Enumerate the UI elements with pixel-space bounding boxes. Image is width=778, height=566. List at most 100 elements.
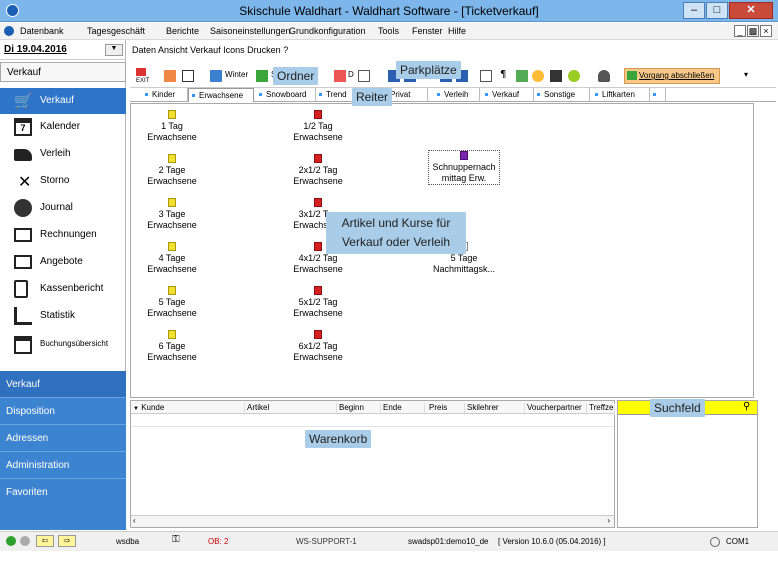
- article-line1: 3 Tage: [158, 209, 186, 219]
- sidebar-item-verleih[interactable]: Verleih: [0, 141, 126, 167]
- screen-icon: [480, 70, 492, 82]
- tab-empty[interactable]: [650, 88, 666, 102]
- article-tile-selected[interactable]: Schnuppernach mittag Erw.: [428, 150, 500, 185]
- tab-kinder[interactable]: Kinder: [142, 88, 188, 102]
- menu-grundkonfiguration[interactable]: Grundkonfiguration: [289, 26, 366, 36]
- article-line1: 6 Tage: [158, 341, 186, 351]
- sidebar-item-verkauf[interactable]: 🛒 Verkauf: [0, 88, 126, 114]
- sidebar-item-angebote[interactable]: Angebote: [0, 249, 126, 275]
- nav-administration[interactable]: Administration: [0, 452, 126, 479]
- menu-datenbank[interactable]: Datenbank: [20, 26, 64, 36]
- tab-erwachsene[interactable]: Erwachsene: [188, 88, 254, 102]
- app-menu-icon[interactable]: [4, 26, 14, 36]
- article-line1: Schnuppernach: [432, 162, 496, 172]
- menu-hilfe[interactable]: Hilfe: [448, 26, 466, 36]
- article-icon: [168, 330, 176, 339]
- article-tile[interactable]: 1/2 Tag Erwachsene: [273, 110, 363, 143]
- horizontal-scrollbar[interactable]: ‹ ›: [131, 515, 614, 527]
- column-header[interactable]: ▼ Kunde: [133, 403, 245, 415]
- status-grey-icon: [20, 536, 30, 546]
- nav-forward-button[interactable]: ⇨: [58, 535, 76, 547]
- article-tile[interactable]: 1 Tag Erwachsene: [127, 110, 217, 143]
- tab-snowboard[interactable]: Snowboard: [256, 88, 316, 102]
- article-line1: 1/2 Tag: [303, 121, 333, 131]
- nav-adressen[interactable]: Adressen: [0, 425, 126, 452]
- menu-icons[interactable]: Icons: [223, 45, 245, 55]
- exit-label: EXIT: [136, 78, 150, 84]
- column-header[interactable]: Treffze: [589, 403, 615, 415]
- sidebar-item-label: Storno: [40, 175, 70, 186]
- column-header[interactable]: Preis: [429, 403, 465, 415]
- article-line2: Erwachsene: [147, 220, 197, 230]
- nav-verkauf[interactable]: Verkauf: [0, 371, 126, 398]
- ski-boot-icon: [14, 149, 32, 161]
- article-tile[interactable]: 2 Tage Erwachsene: [127, 154, 217, 187]
- menu-daten[interactable]: Daten: [132, 45, 156, 55]
- article-line2: Nachmittagsk...: [432, 264, 496, 274]
- mdi-minimize-button[interactable]: _: [734, 25, 746, 37]
- menu-tools[interactable]: Tools: [378, 26, 399, 36]
- tab-verkauf[interactable]: Verkauf: [482, 88, 534, 102]
- tab-liftkarten[interactable]: Liftkarten: [592, 88, 650, 102]
- article-line2: Erwachsene: [293, 352, 343, 362]
- sidebar-item-kassenbericht[interactable]: Kassenbericht: [0, 276, 126, 302]
- menu-tagesgeschaeft[interactable]: Tagesgeschäft: [87, 26, 145, 36]
- column-header[interactable]: Artikel: [247, 403, 337, 415]
- minimize-button[interactable]: –: [683, 2, 705, 19]
- finish-transaction-label: Vorgang abschließen: [639, 71, 715, 80]
- sidebar-item-statistik[interactable]: Statistik: [0, 303, 126, 329]
- column-header[interactable]: Skilehrer: [467, 403, 525, 415]
- sidebar: Di 19.04.2016 ▼ Verkauf 🛒 Verkauf 7 Kale…: [0, 40, 126, 530]
- nav-disposition[interactable]: Disposition: [0, 398, 126, 425]
- article-tile[interactable]: 3 Tage Erwachsene: [127, 198, 217, 231]
- article-tile[interactable]: 5 Tage Erwachsene: [127, 286, 217, 319]
- table-row[interactable]: [131, 415, 614, 427]
- d-button[interactable]: D: [334, 68, 354, 84]
- nav-favoriten[interactable]: Favoriten: [0, 479, 126, 506]
- mdi-restore-button[interactable]: ▩: [747, 25, 759, 37]
- maximize-button[interactable]: □: [706, 2, 728, 19]
- article-tile[interactable]: 2x1/2 Tag Erwachsene: [273, 154, 363, 187]
- search-icon[interactable]: ⚲: [743, 401, 750, 412]
- article-icon: [460, 151, 468, 160]
- menu-fenster[interactable]: Fenster: [412, 26, 443, 36]
- menu-saisoneinstellungen[interactable]: Saisoneinstellungen: [210, 26, 291, 36]
- menu-berichte[interactable]: Berichte: [166, 26, 199, 36]
- menu-verkauf[interactable]: Verkauf: [190, 45, 221, 55]
- mdi-close-button[interactable]: ×: [760, 25, 772, 37]
- menu-drucken[interactable]: Drucken: [247, 45, 281, 55]
- column-header[interactable]: Beginn: [339, 403, 381, 415]
- date-picker-label[interactable]: Di 19.04.2016: [4, 44, 67, 55]
- tab-sonstige[interactable]: Sonstige: [534, 88, 590, 102]
- article-icon: [168, 286, 176, 295]
- article-tile[interactable]: 6 Tage Erwachsene: [127, 330, 217, 363]
- sidebar-item-label: Kassenbericht: [40, 283, 104, 294]
- winter-button[interactable]: Winter: [210, 68, 252, 84]
- sidebar-item-rechnungen[interactable]: Rechnungen: [0, 222, 126, 248]
- article-tile[interactable]: 4 Tage Erwachsene: [127, 242, 217, 275]
- sidebar-item-kalender[interactable]: 7 Kalender: [0, 114, 126, 140]
- sidebar-item-journal[interactable]: Journal: [0, 195, 126, 221]
- scroll-left-icon[interactable]: ‹: [133, 516, 136, 525]
- article-tile[interactable]: 6x1/2 Tag Erwachsene: [273, 330, 363, 363]
- invoice-icon: [14, 228, 32, 242]
- x-icon: ✕: [18, 172, 32, 191]
- menu-help[interactable]: ?: [283, 45, 288, 55]
- tab-verleih[interactable]: Verleih: [434, 88, 480, 102]
- nav-back-button[interactable]: ⇦: [36, 535, 54, 547]
- close-button[interactable]: ✕: [729, 2, 773, 19]
- toolbar-overflow-button[interactable]: ▾: [744, 68, 748, 84]
- date-dropdown-button[interactable]: ▼: [105, 44, 123, 56]
- help-circle-icon: [568, 70, 580, 82]
- sidebar-item-storno[interactable]: ✕ Storno: [0, 168, 126, 194]
- article-line2: Erwachsene: [147, 352, 197, 362]
- sidebar-item-buchungsuebersicht[interactable]: Buchungsübersicht: [0, 332, 126, 358]
- column-header[interactable]: Ende: [383, 403, 425, 415]
- article-tile[interactable]: 5x1/2 Tag Erwachsene: [273, 286, 363, 319]
- finish-transaction-button[interactable]: Vorgang abschließen: [624, 68, 720, 84]
- scroll-right-icon[interactable]: ›: [607, 516, 610, 525]
- article-line2: Erwachsene: [147, 176, 197, 186]
- person-icon: [598, 70, 610, 82]
- column-header[interactable]: Voucherpartner: [527, 403, 587, 415]
- menu-ansicht[interactable]: Ansicht: [158, 45, 188, 55]
